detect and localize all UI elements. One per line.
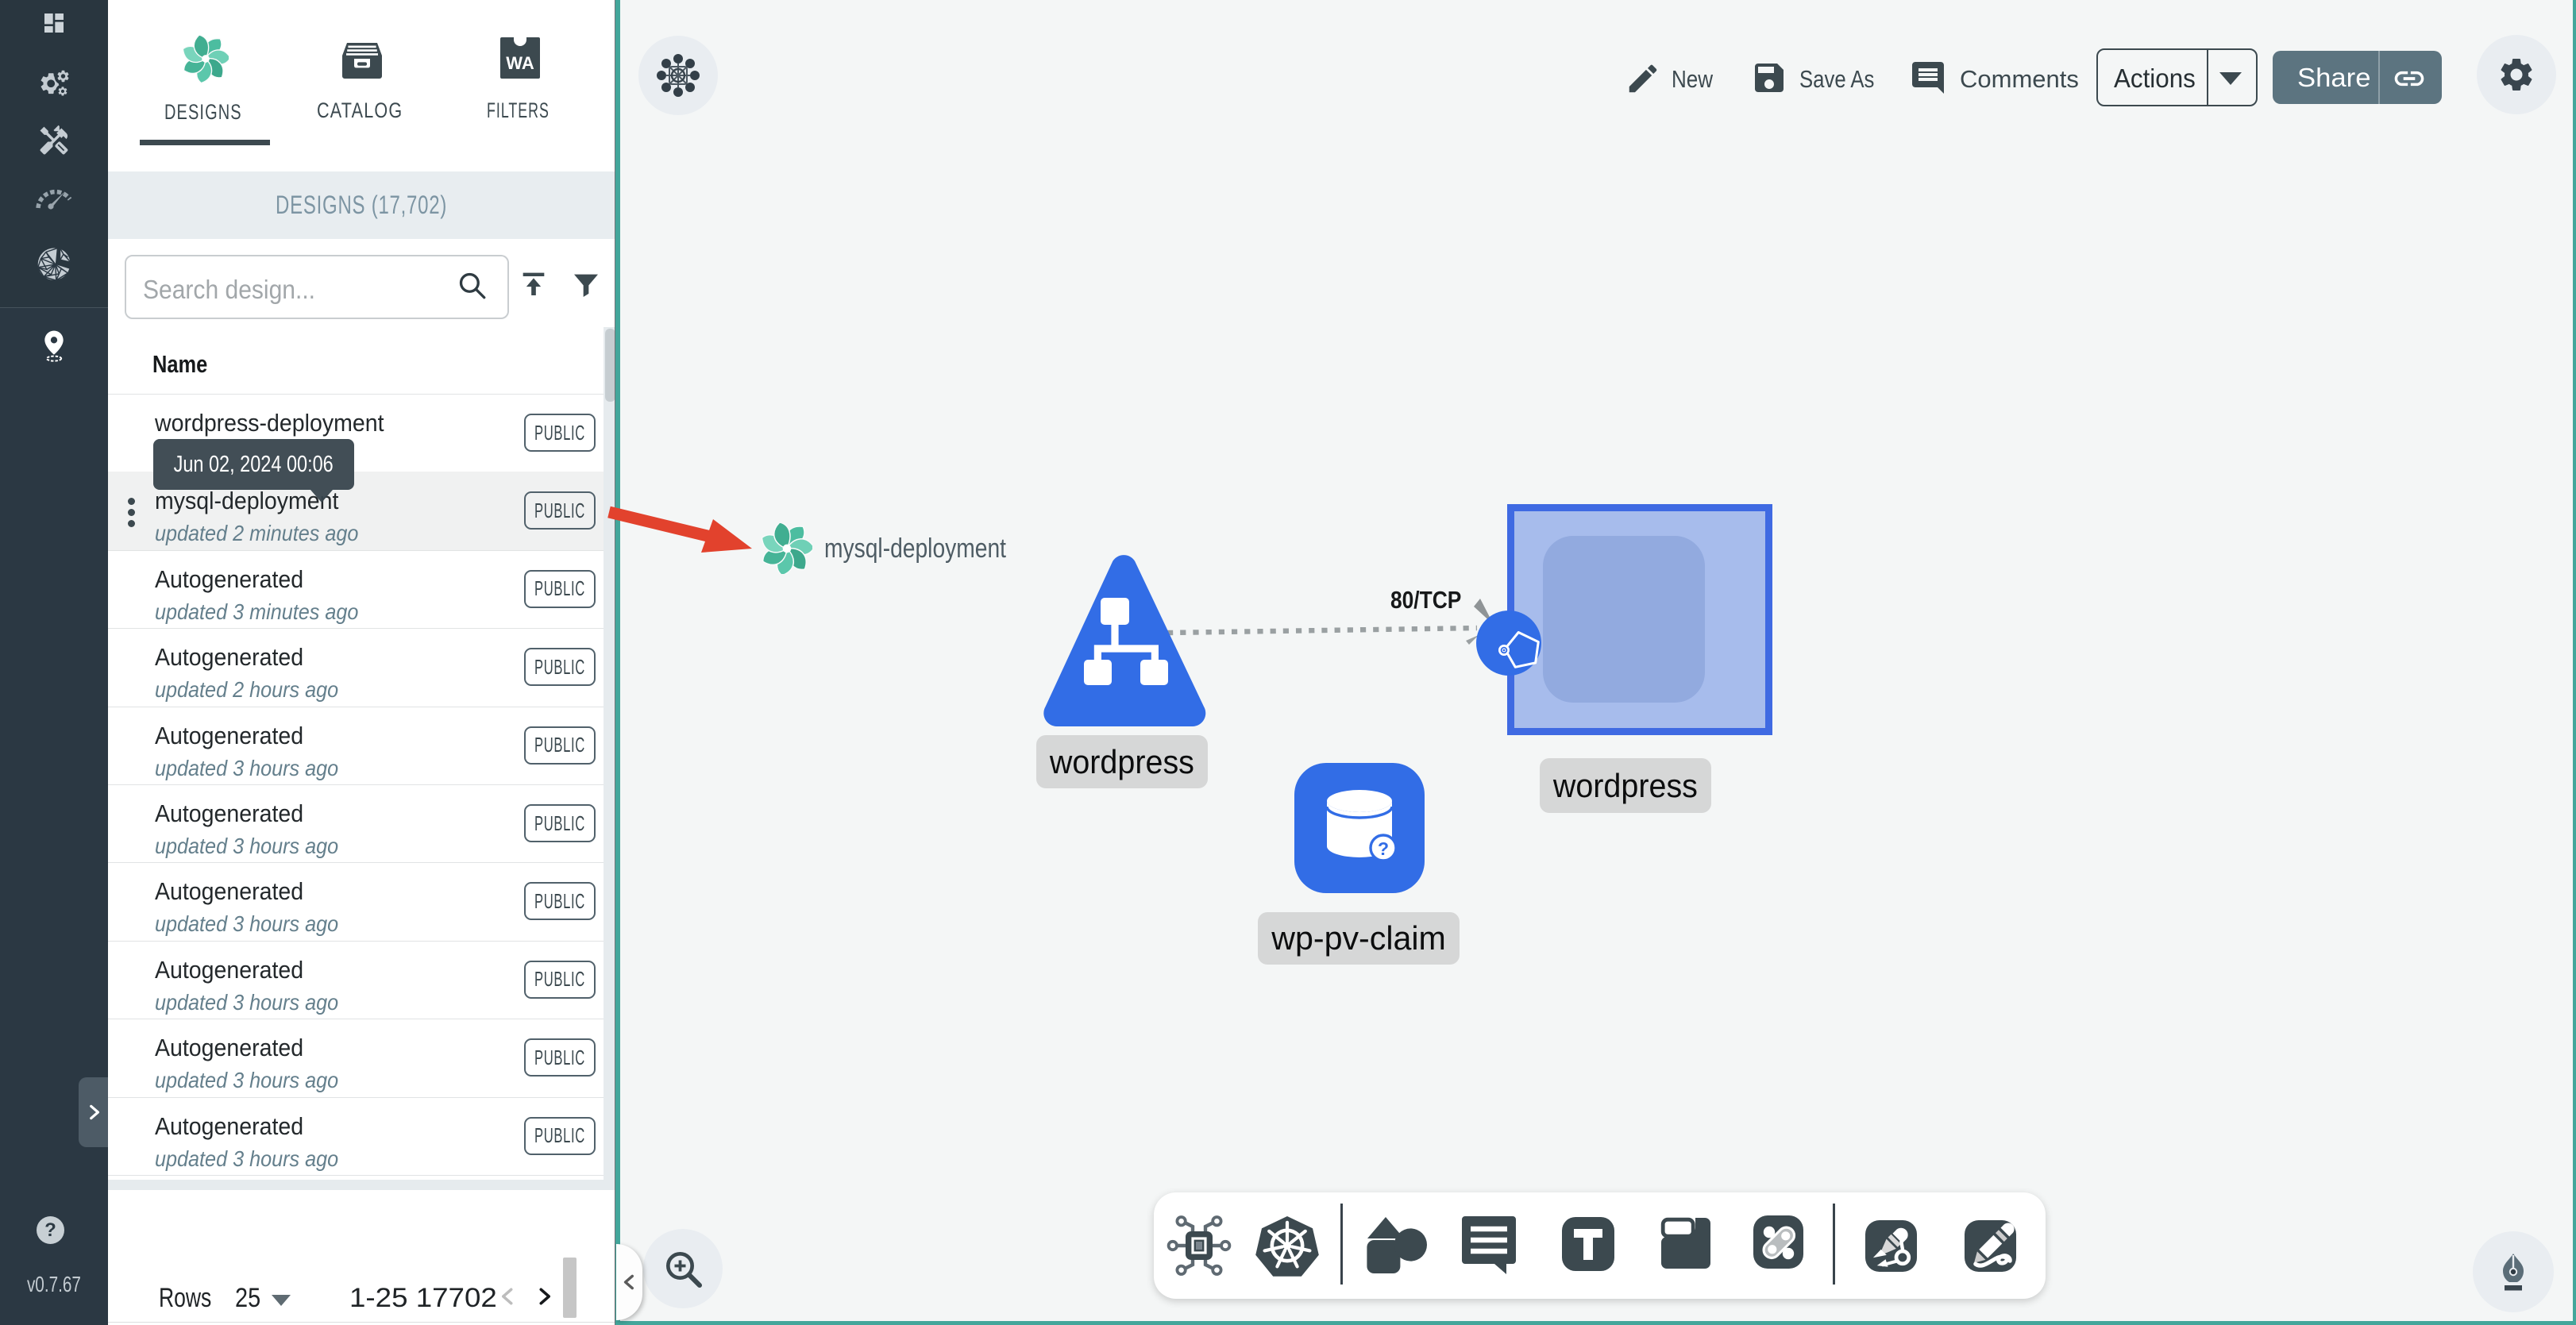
svg-text:?: ? (1378, 838, 1389, 859)
